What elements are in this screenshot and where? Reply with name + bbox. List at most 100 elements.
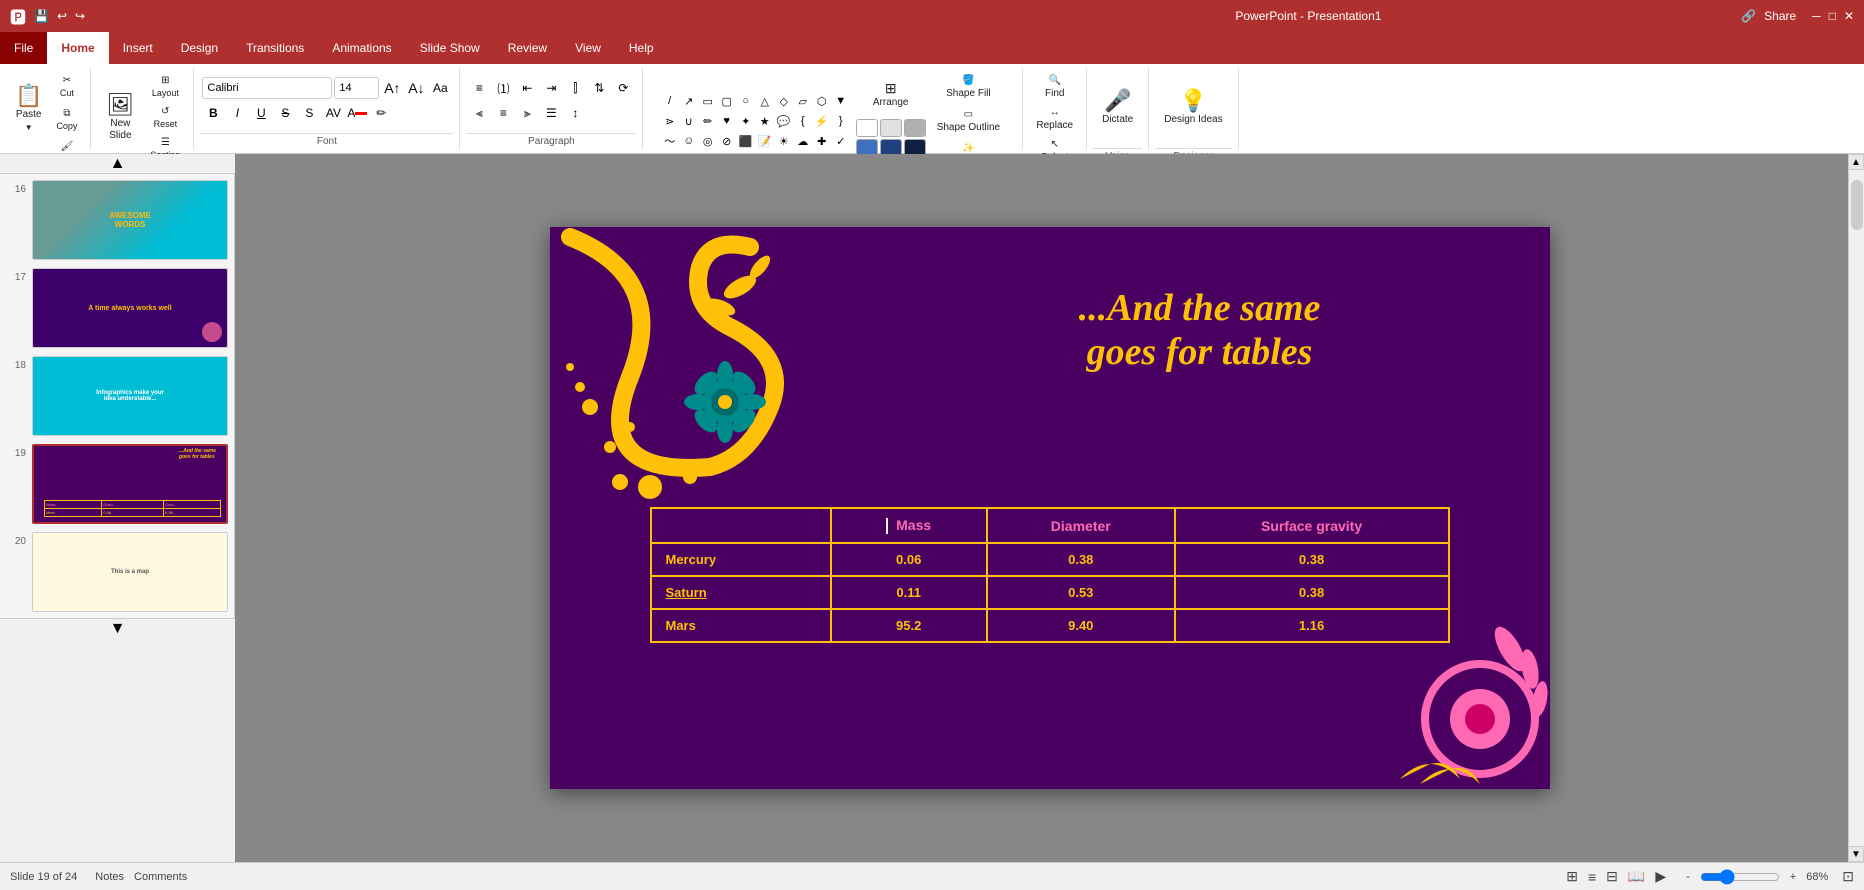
arrow-tool[interactable]: ↗	[680, 92, 698, 110]
col-button[interactable]: ⫿	[564, 77, 586, 99]
share-button[interactable]: Share	[1764, 9, 1796, 23]
scroll-down-button[interactable]: ▼	[0, 618, 235, 638]
tab-insert[interactable]: Insert	[109, 32, 167, 64]
tab-file[interactable]: File	[0, 32, 47, 64]
strikethrough-button[interactable]: S	[274, 102, 296, 124]
bullet-list-button[interactable]: ≡	[468, 77, 490, 99]
reset-button[interactable]: ↺ Reset	[145, 103, 185, 132]
line-tool[interactable]: /	[661, 92, 679, 110]
underline-button[interactable]: U	[250, 102, 272, 124]
smiley-shape[interactable]: ☺	[680, 132, 698, 150]
diamond-tool[interactable]: ◇	[775, 92, 793, 110]
paste-button[interactable]: 📋 Paste ▼	[8, 72, 49, 144]
align-center-button[interactable]: ≡	[492, 102, 514, 124]
slide-thumb-19[interactable]: 19 ...And the samegoes for tables Mass D…	[4, 442, 230, 526]
maximize-button[interactable]: □	[1829, 9, 1836, 23]
decrease-font-button[interactable]: A↓	[405, 77, 427, 99]
slide-img-18[interactable]: Infographics make youridea understable..…	[32, 356, 228, 436]
arrange-button[interactable]: ⊞ Arrange	[856, 75, 926, 115]
para-tool[interactable]: ▱	[794, 92, 812, 110]
freeform-tool[interactable]: ✏	[699, 112, 717, 130]
check-shape[interactable]: ✓	[832, 132, 850, 150]
tab-animations[interactable]: Animations	[318, 32, 405, 64]
qs-item-2[interactable]	[880, 119, 902, 137]
convert-button[interactable]: ⟳	[612, 77, 634, 99]
normal-view-button[interactable]: ⊞	[1566, 868, 1578, 885]
tab-view[interactable]: View	[561, 32, 615, 64]
zoom-in-button[interactable]: +	[1790, 871, 1796, 883]
wave-tool[interactable]: 〜	[661, 132, 679, 150]
find-button[interactable]: 🔍 Find	[1040, 72, 1070, 102]
rounded-rect-tool[interactable]: ▢	[718, 92, 736, 110]
slide-img-20[interactable]: This is a map	[32, 532, 228, 612]
fit-slide-button[interactable]: ⊡	[1842, 868, 1854, 885]
font-name-input[interactable]	[202, 77, 332, 99]
scroll-up-button[interactable]: ▲	[0, 154, 235, 174]
star4-shape[interactable]: ✦	[737, 112, 755, 130]
change-case-button[interactable]: Aa	[429, 77, 451, 99]
format-painter-button[interactable]: 🖌	[51, 138, 82, 155]
quick-access-save[interactable]: 💾	[34, 9, 49, 23]
curve-tool[interactable]: ∪	[680, 112, 698, 130]
zoom-slider[interactable]	[1700, 869, 1780, 885]
highlight-button[interactable]: ✏	[370, 102, 392, 124]
main-slide[interactable]: ...And the same goes for tables Mass Dia…	[550, 227, 1550, 789]
notes-button[interactable]: Notes	[95, 871, 124, 883]
numbered-list-button[interactable]: ⑴	[492, 77, 514, 99]
hex-tool[interactable]: ⬡	[813, 92, 831, 110]
replace-button[interactable]: ↔ Replace	[1031, 104, 1078, 134]
minimize-button[interactable]: ─	[1812, 9, 1821, 23]
share-icon[interactable]: 🔗	[1741, 9, 1756, 23]
char-spacing-button[interactable]: AV	[322, 102, 344, 124]
outline-view-button[interactable]: ≡	[1588, 869, 1596, 885]
star5-shape[interactable]: ★	[756, 112, 774, 130]
sun-shape[interactable]: ☀	[775, 132, 793, 150]
increase-font-button[interactable]: A↑	[381, 77, 403, 99]
lightning-shape[interactable]: ⚡	[813, 112, 831, 130]
bracket-tool[interactable]: {	[794, 112, 812, 130]
brace-tool[interactable]: }	[832, 112, 850, 130]
design-ideas-button[interactable]: 💡 Design Ideas	[1157, 72, 1229, 144]
slide-thumb-17[interactable]: 17 A time always works well	[4, 266, 230, 350]
new-slide-button[interactable]: 🖼 NewSlide	[99, 82, 141, 154]
triangle-tool[interactable]: △	[756, 92, 774, 110]
tab-help[interactable]: Help	[615, 32, 668, 64]
donut-shape[interactable]: ◎	[699, 132, 717, 150]
qs-item-1[interactable]	[856, 119, 878, 137]
oval-tool[interactable]: ○	[737, 92, 755, 110]
line-spacing-button[interactable]: ↕	[564, 102, 586, 124]
quick-access-undo[interactable]: ↩	[57, 9, 67, 23]
reading-view-button[interactable]: 📖	[1628, 868, 1645, 885]
slide-img-19[interactable]: ...And the samegoes for tables Mass Diam…	[32, 444, 228, 524]
justify-button[interactable]: ☰	[540, 102, 562, 124]
ban-shape[interactable]: ⊘	[718, 132, 736, 150]
rect-tool[interactable]: ▭	[699, 92, 717, 110]
tab-design[interactable]: Design	[167, 32, 232, 64]
canvas-scroll-thumb-v[interactable]	[1851, 180, 1863, 230]
zoom-out-button[interactable]: -	[1686, 871, 1690, 883]
chevron-shape[interactable]: ⋗	[661, 112, 679, 130]
italic-button[interactable]: I	[226, 102, 248, 124]
slide-thumb-18[interactable]: 18 Infographics make youridea understabl…	[4, 354, 230, 438]
slide-thumb-20[interactable]: 20 This is a map	[4, 530, 230, 614]
dictate-button[interactable]: 🎤 Dictate	[1095, 72, 1140, 144]
slideshow-button[interactable]: ▶	[1655, 868, 1666, 885]
bold-button[interactable]: B	[202, 102, 224, 124]
shape-fill-button[interactable]: 🪣 Shape Fill	[932, 72, 1005, 102]
tab-transitions[interactable]: Transitions	[232, 32, 318, 64]
quick-access-redo[interactable]: ↪	[75, 9, 85, 23]
layout-button[interactable]: ⊞ Layout	[145, 72, 185, 101]
align-left-button[interactable]: ⫷	[468, 102, 490, 124]
cube-shape[interactable]: ⬛	[737, 132, 755, 150]
cloud-shape[interactable]: ☁	[794, 132, 812, 150]
align-right-button[interactable]: ⫸	[516, 102, 538, 124]
tab-home[interactable]: Home	[47, 32, 108, 64]
qs-item-3[interactable]	[904, 119, 926, 137]
font-color-button[interactable]: A	[346, 102, 368, 124]
shadow-button[interactable]: S	[298, 102, 320, 124]
decrease-indent-button[interactable]: ⇤	[516, 77, 538, 99]
increase-indent-button[interactable]: ⇥	[540, 77, 562, 99]
canvas-scroll-down[interactable]: ▼	[1848, 846, 1864, 862]
note-shape[interactable]: 📝	[756, 132, 774, 150]
heart-shape[interactable]: ♥	[718, 112, 736, 130]
